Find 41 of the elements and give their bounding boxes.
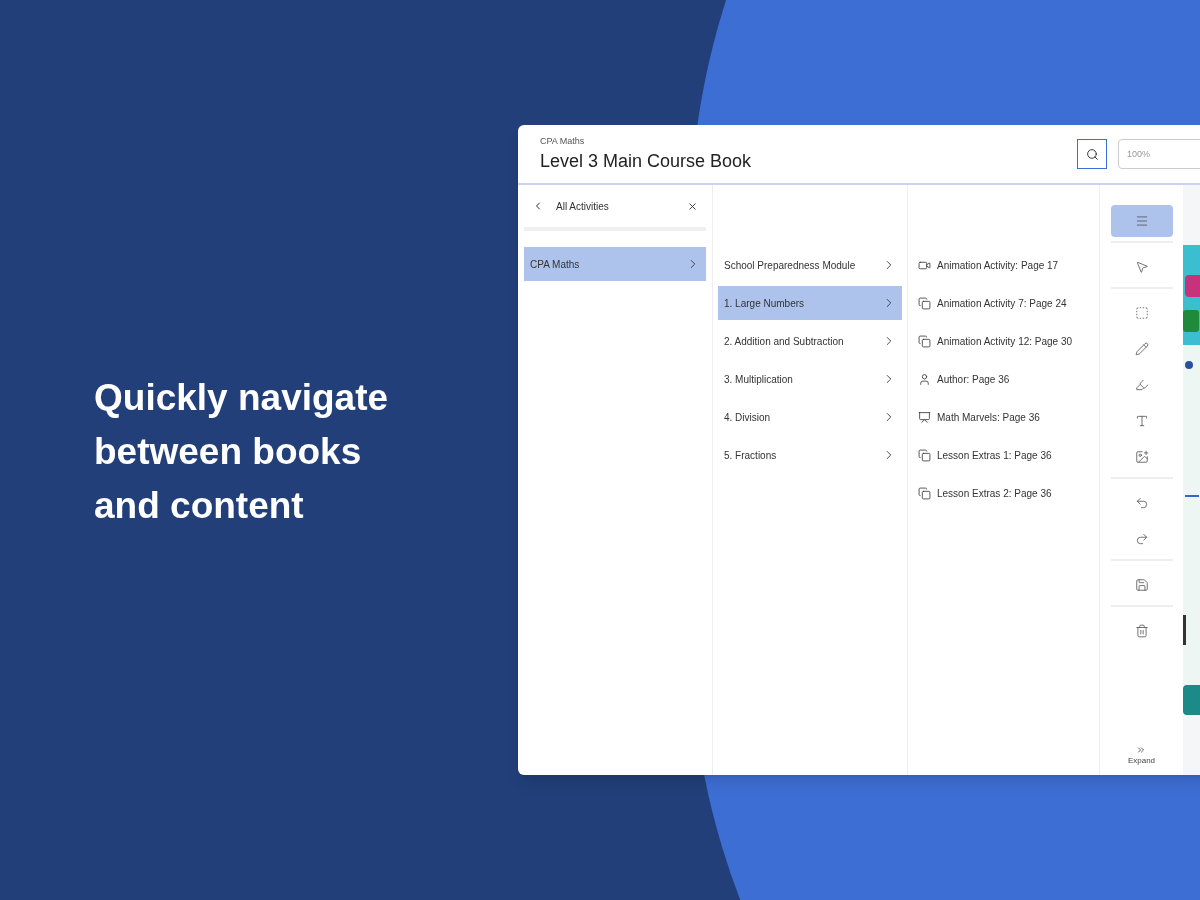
tool-button[interactable] [1110,205,1173,237]
search-button[interactable] [1077,139,1107,169]
book-series: CPA Maths [540,135,586,149]
menu-item[interactable]: CPA Maths [524,247,706,281]
menu-item[interactable]: School Preparedness Module [718,248,902,282]
chevrons-right-icon [1136,745,1147,755]
back-link[interactable]: All Activities [556,198,675,214]
activity-link[interactable]: Math Marvels: Page 36 [918,400,1089,434]
menu-item[interactable]: 2. Addition and Subtraction [718,324,902,358]
menu-item[interactable]: 5. Fractions [718,438,902,472]
person-icon [918,372,931,386]
activity-link[interactable]: Animation Activity 12: Page 30 [918,324,1089,358]
save-icon [1134,578,1149,592]
activity-link[interactable]: Animation Activity 7: Page 24 [918,286,1089,320]
menu-icon [1134,214,1149,228]
copy-icon [918,334,931,348]
menu-item[interactable]: 1. Large Numbers [718,286,902,320]
copy-icon [918,296,931,310]
activity-link[interactable]: Lesson Extras 2: Page 36 [918,476,1089,510]
copy-icon [918,486,931,500]
image-icon [1134,450,1149,464]
headline: Quickly navigate between books and content [94,376,390,528]
redo-icon [1134,532,1149,546]
text-icon [1134,414,1149,428]
pointer-icon [1134,260,1149,274]
menu-item[interactable]: 3. Multiplication [718,362,902,396]
highlighter-icon [1134,378,1149,392]
presentation-board-icon [918,410,931,424]
book-title: Level 3 Main Course Book [540,149,753,173]
search-icon [1085,147,1099,161]
copy-icon [918,448,931,462]
dashed-square-icon [1134,306,1149,320]
activity-link[interactable]: Author: Page 36 [918,362,1089,396]
activity-link[interactable]: Animation Activity: Page 17 [918,248,1089,282]
expand-button[interactable]: Expand [1127,745,1156,767]
pencil-icon [1134,342,1149,356]
delete-icon [1134,624,1149,638]
undo-icon [1134,496,1149,510]
menu-item[interactable]: 4. Division [718,400,902,434]
activity-link[interactable]: Lesson Extras 1: Page 36 [918,438,1089,472]
close-icon[interactable] [687,200,698,212]
